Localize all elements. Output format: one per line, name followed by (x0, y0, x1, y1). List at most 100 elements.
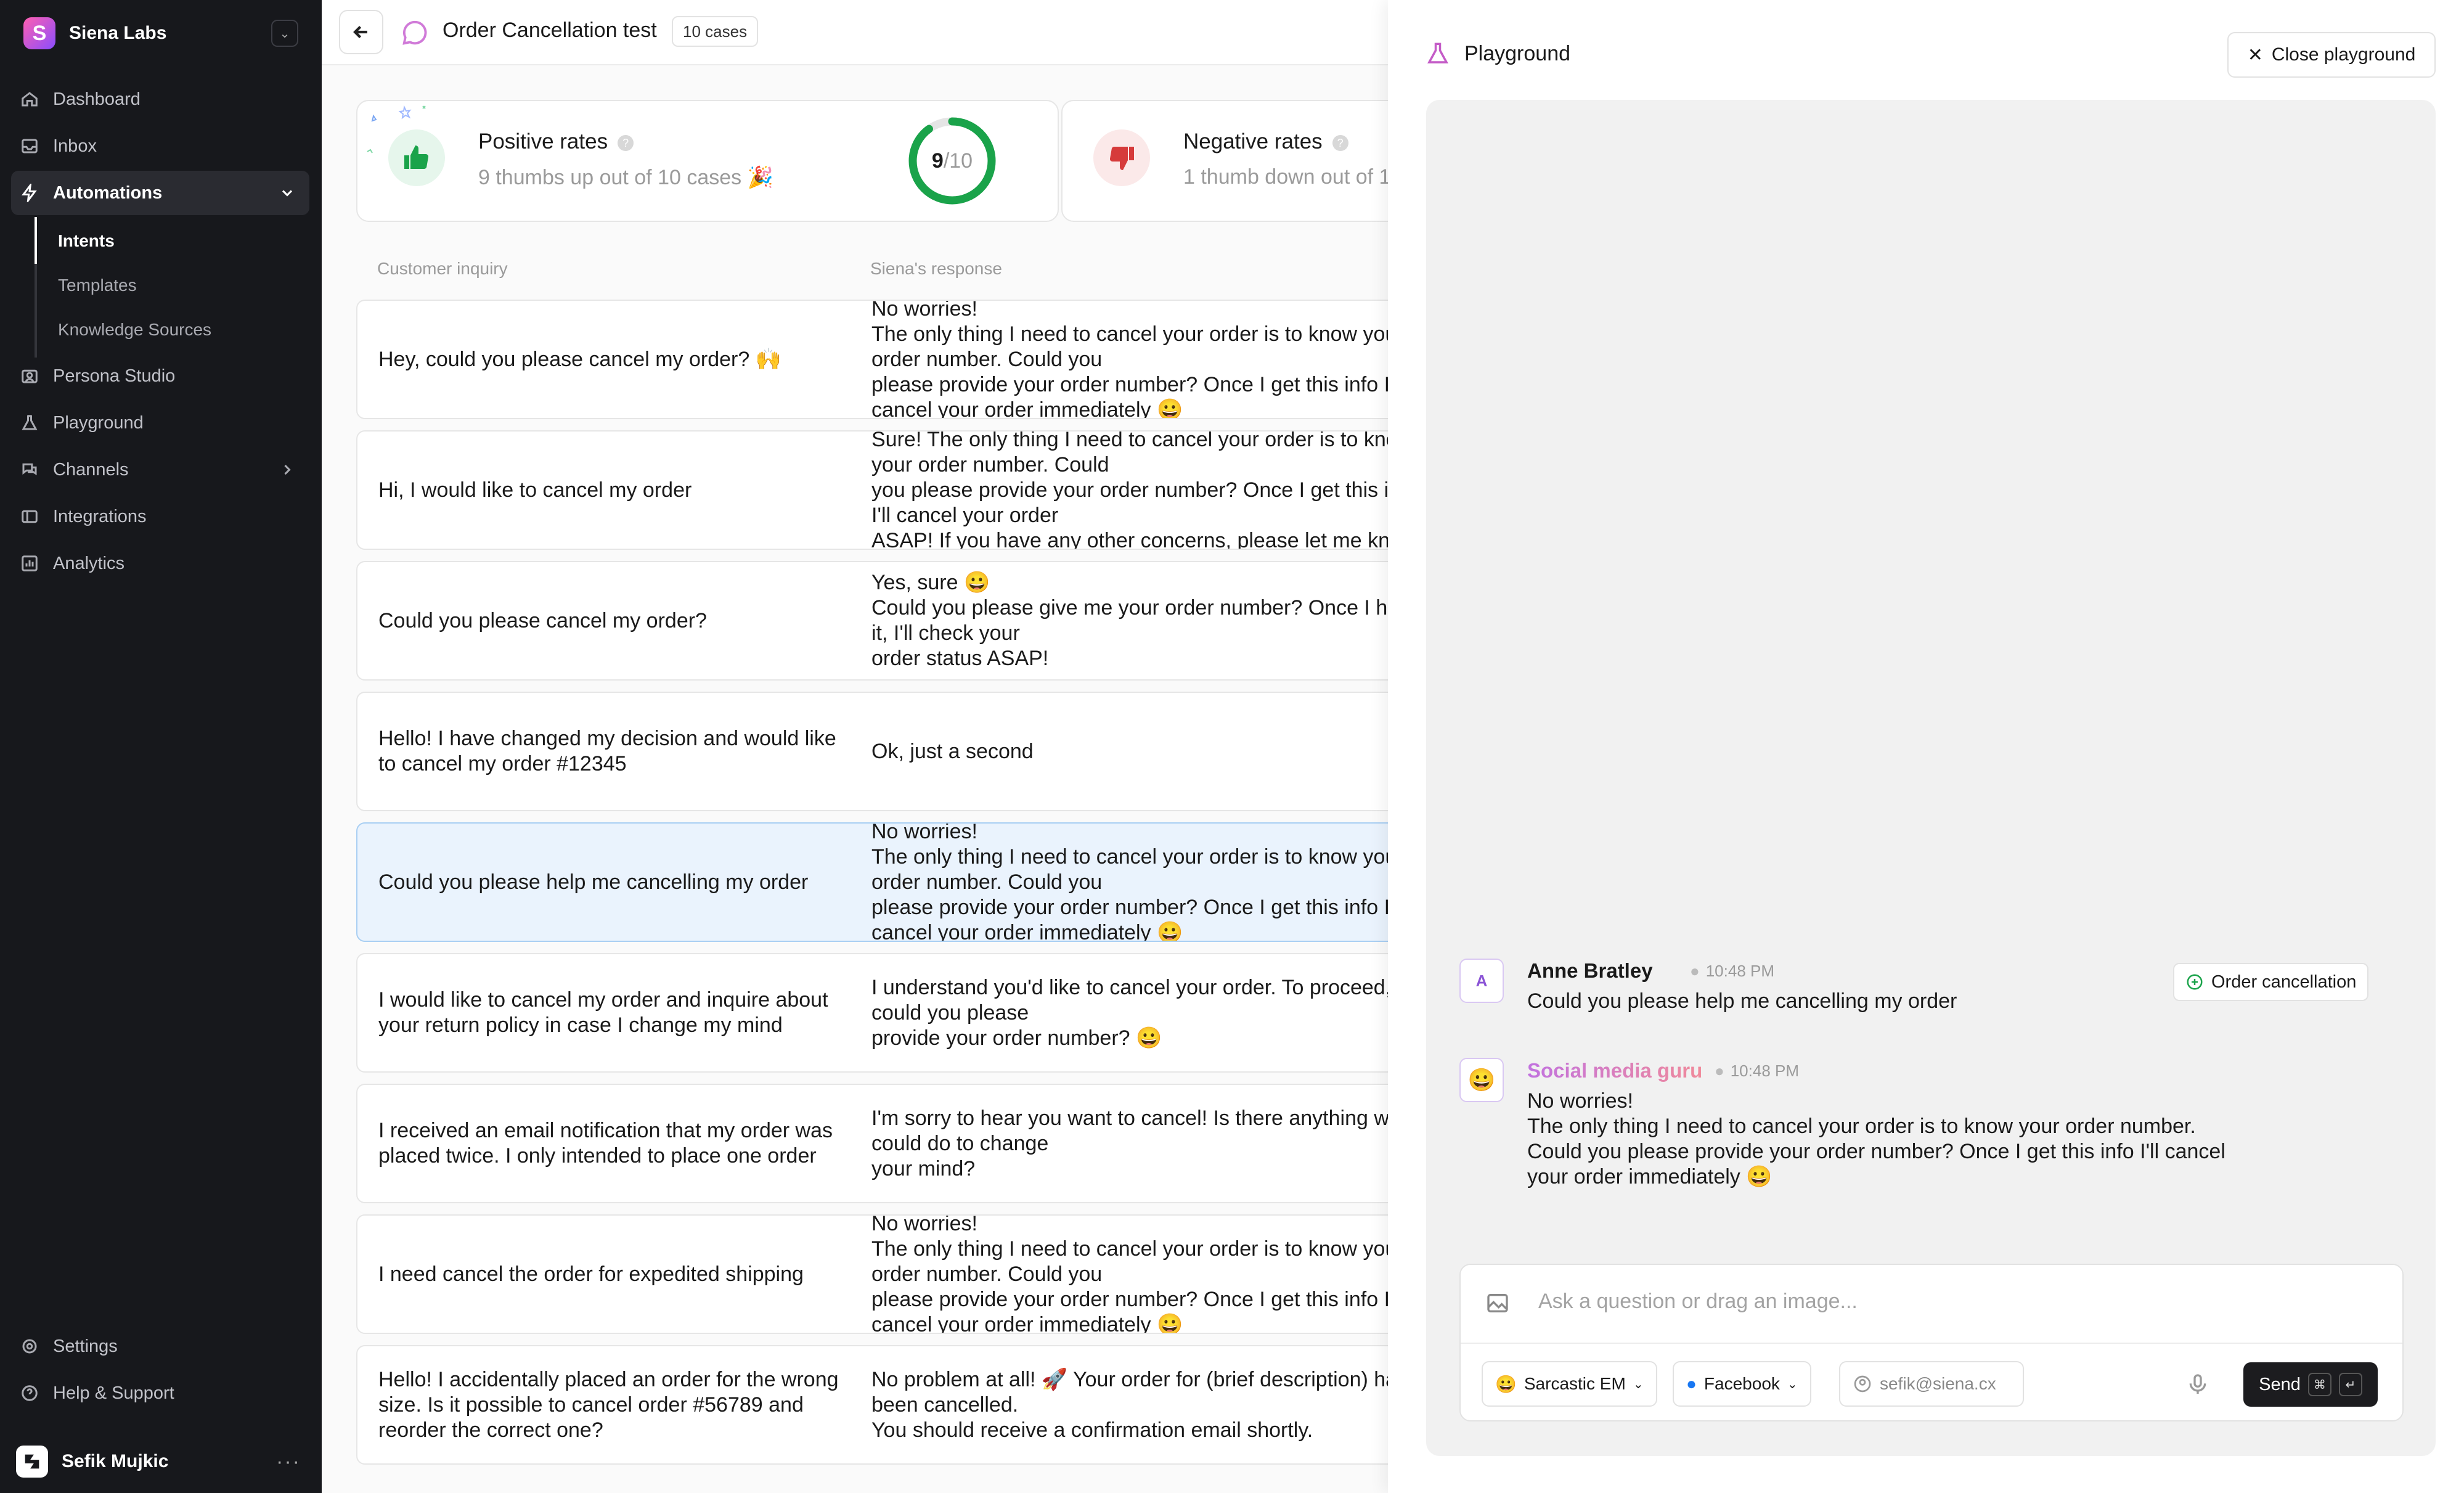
more-options-icon[interactable]: ··· (276, 1450, 301, 1474)
gear-icon (20, 1336, 39, 1356)
chat-area: A Anne Bratley ● 10:48 PM Could you pleas… (1426, 100, 2436, 1456)
sidebar-item-label: Persona Studio (53, 366, 176, 386)
message-input[interactable]: Ask a question or drag an image... (1538, 1290, 1858, 1314)
help-icon[interactable]: ? (618, 134, 634, 151)
table-row[interactable]: Hi, I would like to cancel my order Sure!… (356, 430, 1404, 550)
sidebar-item-playground[interactable]: Playground (11, 401, 309, 445)
sidebar-item-analytics[interactable]: Analytics (11, 541, 309, 586)
customer-inquiry-text: Could you please help me cancelling my o… (378, 870, 809, 894)
close-playground-button[interactable]: ✕ Close playground (2227, 32, 2436, 78)
sidebar-subitem-templates[interactable]: Templates (58, 276, 137, 295)
sidebar-item-inbox[interactable]: Inbox (11, 124, 309, 168)
channel-label: Facebook (1703, 1374, 1780, 1393)
email-label: sefik@siena.cx (1880, 1374, 1996, 1393)
chevron-down-icon (279, 184, 296, 202)
stat-title: Positive rates? (478, 129, 634, 154)
help-icon[interactable]: ? (1332, 134, 1348, 151)
table-row[interactable]: Hello! I accidentally placed an order fo… (356, 1345, 1404, 1465)
customer-inquiry-text: I would like to cancel my order and inqu… (378, 988, 828, 1037)
facebook-icon: ● (1690, 962, 1700, 980)
sidebar-item-label: Integrations (53, 506, 147, 526)
back-button[interactable] (339, 10, 383, 54)
chat-bubbles-icon (20, 460, 39, 480)
sidebar-item-label: Analytics (53, 553, 125, 573)
thumbs-down-icon (1093, 129, 1150, 186)
integrations-icon (20, 507, 39, 526)
customer-inquiry-text: I received an email notification that my… (378, 1119, 833, 1168)
sidebar-item-label: Help & Support (53, 1383, 174, 1403)
table-row[interactable]: Could you please cancel my order? Yes, su… (356, 561, 1404, 681)
siena-response-text: No worries! The only thing I need to can… (871, 1214, 1404, 1334)
sidebar-item-settings[interactable]: Settings (11, 1324, 309, 1368)
user-profile[interactable]: Sefik Mujkic (16, 1446, 168, 1478)
message-sender: Anne Bratley (1527, 959, 1653, 982)
customer-inquiry-text: Could you please cancel my order? (378, 608, 707, 632)
sidebar-subitem-intents[interactable]: Intents (58, 231, 115, 251)
sidebar-item-persona-studio[interactable]: Persona Studio (11, 354, 309, 398)
column-header-inquiry: Customer inquiry (377, 259, 508, 278)
message-time: ● 10:48 PM (1715, 1061, 1800, 1080)
table-row[interactable]: I need cancel the order for expedited sh… (356, 1214, 1404, 1334)
customer-inquiry-text: Hello! I have changed my decision and wo… (378, 727, 836, 775)
user-circle-icon (1854, 1375, 1871, 1393)
table-row[interactable]: Could you please help me cancelling my o… (356, 822, 1404, 942)
facebook-icon: ● (1686, 1374, 1697, 1393)
workspace-switcher[interactable]: S Siena Labs (23, 17, 166, 49)
subnav-active-indicator (35, 217, 37, 264)
facebook-icon: ● (1715, 1061, 1724, 1080)
siena-response-text: Yes, sure 😀 Could you please give me you… (871, 571, 1403, 670)
sidebar-subitem-knowledge-sources[interactable]: Knowledge Sources (58, 320, 211, 340)
sidebar-item-label: Inbox (53, 136, 97, 156)
chevron-down-icon: ⌄ (279, 27, 290, 41)
sidebar-item-label: Dashboard (53, 89, 141, 109)
inbox-icon (20, 136, 39, 156)
close-playground-label: Close playground (2271, 44, 2416, 65)
sidebar-item-channels[interactable]: Channels (11, 448, 309, 492)
main-content: Order Cancellation test 10 cases Positiv… (322, 0, 1764, 1493)
siena-response-text: No worries! The only thing I need to can… (871, 300, 1404, 419)
bolt-icon (20, 183, 39, 203)
table-row[interactable]: I would like to cancel my order and inqu… (356, 953, 1404, 1073)
table-row[interactable]: I received an email notification that my… (356, 1084, 1404, 1203)
playground-title: Playground (1464, 42, 1571, 65)
email-field[interactable]: sefik@siena.cx (1839, 1361, 2024, 1407)
sidebar: S Siena Labs ⌄ Dashboard Inbox Automatio… (0, 0, 322, 1493)
home-icon (20, 89, 39, 109)
siena-response-text: I'm sorry to hear you want to cancel! Is… (871, 1106, 1401, 1180)
page-header: Order Cancellation test 10 cases (322, 0, 1388, 65)
table-row[interactable]: Hello! I have changed my decision and wo… (356, 692, 1404, 811)
channel-select[interactable]: ● Facebook ⌄ (1673, 1361, 1811, 1407)
close-icon: ✕ (2247, 44, 2263, 65)
avatar: A (1459, 959, 1504, 1003)
persona-select[interactable]: 😀 Sarcastic EM ⌄ (1482, 1361, 1657, 1407)
persona-icon (20, 366, 39, 386)
image-upload-icon[interactable] (1485, 1291, 1510, 1315)
chart-icon (20, 554, 39, 573)
send-label: Send (2259, 1374, 2301, 1394)
siena-response-text: No problem at all! 🚀 Your order for (bri… (871, 1367, 1403, 1442)
case-count-badge: 10 cases (672, 16, 759, 47)
score-value: 9/10 (931, 149, 973, 173)
send-button[interactable]: Send ⌘ ↵ (2243, 1362, 2378, 1407)
persona-label: Sarcastic EM (1524, 1374, 1626, 1393)
sidebar-item-automations[interactable]: Automations (11, 171, 309, 215)
customer-inquiry-text: Hey, could you please cancel my order? 🙌 (378, 347, 782, 371)
flask-icon (20, 413, 39, 433)
avatar (16, 1446, 48, 1478)
table-row[interactable]: Hey, could you please cancel my order? 🙌… (356, 300, 1404, 419)
stat-subtitle: 9 thumbs up out of 10 cases 🎉 (478, 166, 773, 189)
microphone-icon[interactable] (2185, 1371, 2210, 1398)
sidebar-item-dashboard[interactable]: Dashboard (11, 77, 309, 121)
playground-panel: Playground ✕ Close playground A Anne Bra… (1388, 0, 2464, 1493)
composer-divider (1461, 1343, 2402, 1344)
avatar: 😀 (1459, 1058, 1504, 1102)
arrow-left-icon (353, 25, 367, 39)
siena-response-text: I understand you'd like to cancel your o… (871, 975, 1392, 1050)
composer: Ask a question or drag an image... 😀 Sar… (1459, 1264, 2404, 1421)
sidebar-item-help[interactable]: Help & Support (11, 1371, 309, 1415)
intent-tag[interactable]: Order cancellation (2173, 963, 2369, 1001)
sidebar-item-label: Channels (53, 459, 129, 480)
sidebar-item-integrations[interactable]: Integrations (11, 494, 309, 539)
customer-inquiry-text: Hi, I would like to cancel my order (378, 478, 692, 502)
workspace-dropdown-button[interactable]: ⌄ (271, 20, 298, 47)
